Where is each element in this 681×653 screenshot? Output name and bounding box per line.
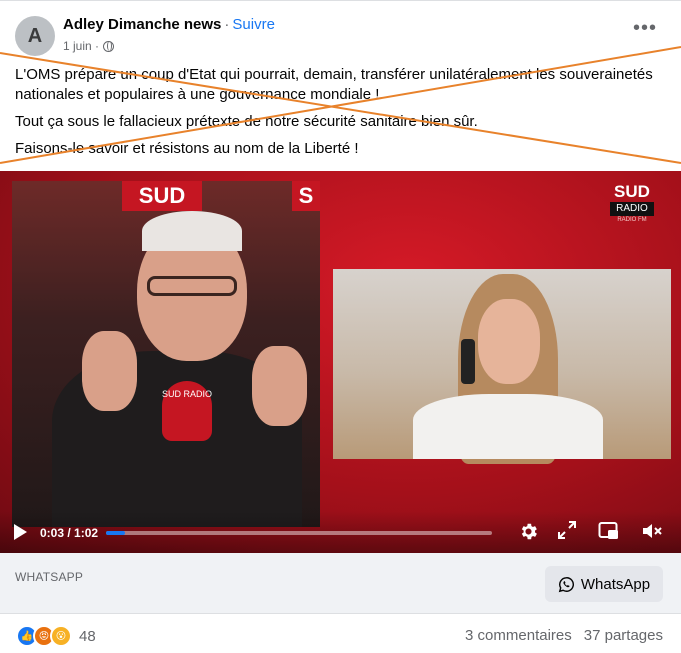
studio-camera-view: SUD S SUD RADIO (12, 181, 320, 527)
page-name-row: Adley Dimanche news · Suivre (63, 16, 275, 33)
progress-bar[interactable] (106, 531, 492, 535)
link-source: WHATSAPP (15, 570, 84, 584)
fullscreen-icon[interactable] (558, 521, 576, 539)
video-time: 0:03 / 1:02 (40, 526, 99, 540)
reactions-summary[interactable]: 👍 😡 😮 48 (16, 625, 96, 647)
post-paragraph: L'OMS prépare un coup d'Etat qui pourrai… (15, 66, 653, 103)
globe-icon (103, 40, 115, 52)
microphone: SUD RADIO (162, 381, 212, 441)
phone (461, 339, 475, 384)
video-player[interactable]: SUD S SUD RADIO SUD RADIO RADIO FM 0:03 … (0, 171, 681, 553)
post-paragraph: Faisons-le savoir et résistons au nom de… (15, 140, 359, 157)
studio-sign: SUD (122, 181, 202, 211)
separator-dot: · (224, 16, 230, 33)
settings-gear-icon[interactable] (518, 521, 539, 542)
logo-line: RADIO (610, 202, 654, 216)
post-date[interactable]: 1 juin · (63, 39, 99, 53)
link-preview-bar[interactable]: WHATSAPP WhatsApp (0, 553, 681, 614)
footer-stats: 3 commentaires 37 partages (465, 627, 663, 644)
reaction-count: 48 (79, 627, 96, 645)
post-paragraph: Tout ça sous le fallacieux prétexte de n… (15, 113, 478, 130)
studio-sign: S (292, 181, 320, 211)
sud-radio-logo: SUD RADIO RADIO FM (606, 183, 658, 223)
comments-link[interactable]: 3 commentaires (465, 627, 572, 644)
progress-fill (106, 531, 125, 535)
host-hand (82, 331, 137, 411)
logo-line: RADIO FM (617, 217, 647, 223)
host-glasses (147, 276, 237, 296)
shares-link[interactable]: 37 partages (584, 627, 663, 644)
post-meta: 1 juin · (63, 39, 115, 53)
whatsapp-button[interactable]: WhatsApp (545, 566, 663, 602)
whatsapp-icon (558, 576, 574, 592)
host-hair (142, 211, 242, 251)
post-text: L'OMS prépare un coup d'Etat qui pourrai… (15, 65, 665, 166)
video-controls: 0:03 / 1:02 (0, 511, 681, 553)
host-hand (252, 346, 307, 426)
miniplayer-icon[interactable] (598, 521, 620, 541)
mute-volume-icon[interactable] (641, 521, 663, 541)
play-icon[interactable] (14, 524, 27, 540)
more-options-button[interactable]: ••• (633, 18, 657, 38)
whatsapp-button-label: WhatsApp (580, 575, 651, 593)
guest-face (478, 299, 540, 384)
guest-shirt (413, 394, 603, 459)
logo-line: SUD (614, 182, 650, 201)
avatar[interactable]: A (15, 16, 55, 56)
post-card: A Adley Dimanche news · Suivre 1 juin · ••… (0, 0, 681, 653)
follow-button[interactable]: Suivre (232, 16, 275, 33)
wow-icon: 😮 (50, 625, 72, 647)
guest-video-inset (333, 269, 671, 464)
page-name[interactable]: Adley Dimanche news (63, 16, 221, 33)
